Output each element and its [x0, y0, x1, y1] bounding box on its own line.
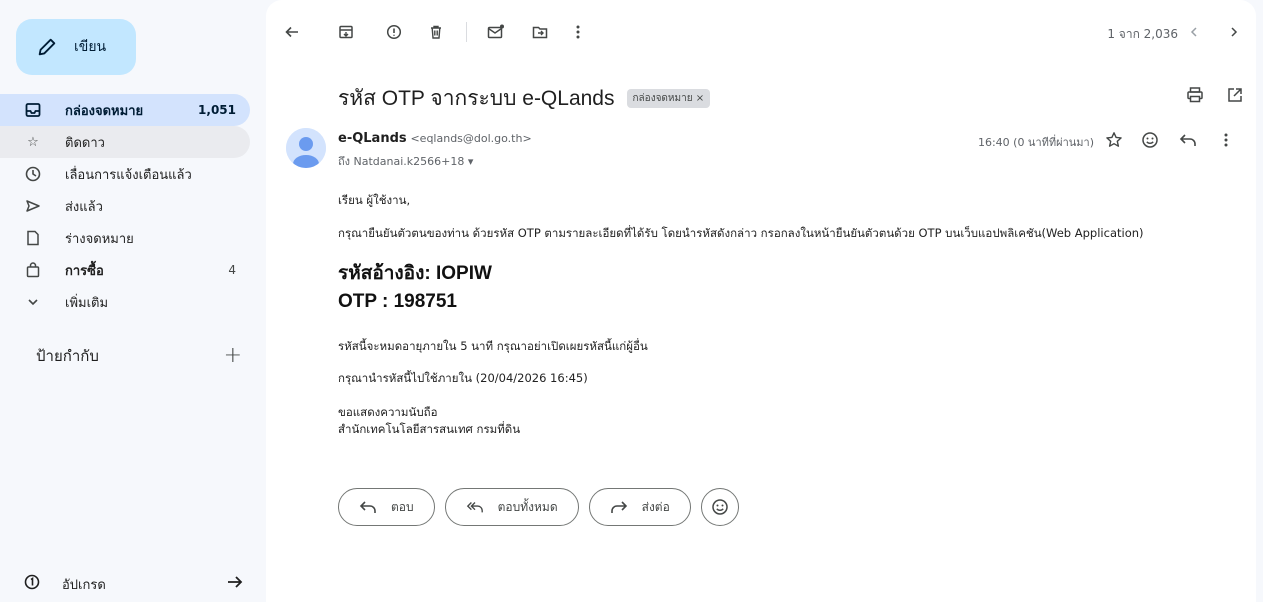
open-in-new-window-icon[interactable] — [1226, 86, 1244, 104]
labels-section-header: ป้ายกำกับ + — [36, 344, 242, 368]
nav-list: กล่องจดหมาย 1,051 ☆ ติดดาว เลื่อนการแจ้ง… — [0, 94, 250, 318]
emoji-icon — [712, 499, 728, 515]
clock-icon — [24, 165, 42, 183]
sidebar-item-purchases[interactable]: การซื้อ 4 — [0, 254, 250, 286]
sidebar-item-label: กล่องจดหมาย — [65, 103, 144, 119]
closing-text: ขอแสดงความนับถือ — [338, 405, 438, 419]
print-icon[interactable] — [1186, 86, 1204, 104]
sender-address: <eqlands@dol.go.th> — [410, 132, 532, 145]
draft-icon — [24, 229, 42, 247]
sidebar-item-starred[interactable]: ☆ ติดดาว — [0, 126, 250, 158]
pencil-icon — [38, 38, 56, 56]
send-icon — [24, 197, 42, 215]
report-spam-icon[interactable] — [384, 22, 404, 42]
sidebar-item-label: ร่างจดหมาย — [65, 231, 134, 247]
shopping-bag-icon — [24, 261, 42, 279]
emoji-react-icon[interactable] — [1140, 130, 1160, 150]
toolbar-divider — [466, 22, 467, 42]
compose-button[interactable]: เขียน — [16, 19, 136, 75]
recipient-details[interactable]: ถึง Natdanai.k2566+18 ▾ — [338, 152, 473, 170]
move-to-icon[interactable] — [530, 22, 550, 42]
reply-all-button[interactable]: ตอบทั้งหมด — [444, 488, 579, 526]
sidebar-item-label: เลื่อนการแจ้งเตือนแล้ว — [65, 167, 192, 183]
unread-count: 1,051 — [198, 103, 236, 117]
reply-icon[interactable] — [1178, 130, 1198, 150]
signature-text: สำนักเทคโนโลยีสารสนเทศ กรมที่ดิน — [338, 422, 521, 436]
pager-text: 1 จาก 2,036 — [1107, 27, 1178, 41]
reply-actions: ตอบ ตอบทั้งหมด ส่งต่อ — [338, 488, 739, 526]
add-label-icon[interactable]: + — [224, 345, 242, 367]
sidebar-item-more[interactable]: เพิ่มเติม — [0, 286, 250, 318]
archive-icon[interactable] — [336, 22, 356, 42]
intro-text: กรุณายืนยันตัวตนของท่าน ด้วยรหัส OTP ตาม… — [338, 226, 1144, 240]
sidebar-item-label: การซื้อ — [65, 263, 104, 279]
reference-code: รหัสอ้างอิง: IOPIW — [338, 263, 492, 284]
greeting-text: เรียน ผู้ใช้งาน, — [338, 193, 411, 207]
use-before-text: กรุณานำรหัสนี้ไปใช้ภายใน (20/04/2026 16:… — [338, 371, 588, 385]
forward-label: ส่งต่อ — [641, 499, 670, 514]
trash-icon[interactable] — [426, 22, 446, 42]
inbox-icon — [24, 101, 42, 119]
sidebar: เขียน กล่องจดหมาย 1,051 ☆ ติดดาว เลื่อนก… — [0, 0, 262, 602]
reply-button[interactable]: ตอบ — [338, 488, 435, 526]
sidebar-item-sent[interactable]: ส่งแล้ว — [0, 190, 250, 222]
upgrade-item[interactable]: อัปเกรด — [24, 569, 244, 599]
compose-label: เขียน — [74, 39, 107, 55]
message-toolbar: 1 จาก 2,036 — [266, 0, 1256, 64]
chevron-right-icon[interactable] — [1224, 22, 1244, 42]
sidebar-item-label: ส่งแล้ว — [65, 199, 103, 215]
message-pane: 1 จาก 2,036 รหัส OTP จากระบบ e-QLands กล… — [266, 0, 1256, 602]
more-vert-icon[interactable] — [568, 22, 588, 42]
arrow-right-icon — [226, 573, 244, 595]
mark-unread-icon[interactable] — [486, 22, 506, 42]
labels-heading: ป้ายกำกับ — [36, 347, 99, 365]
forward-icon — [610, 501, 627, 513]
avatar[interactable] — [286, 128, 326, 168]
sidebar-item-label: เพิ่มเติม — [65, 295, 109, 311]
sender-name: e-QLands — [338, 131, 407, 146]
reply-label: ตอบ — [391, 499, 414, 514]
sender-line: e-QLands <eqlands@dol.go.th> — [338, 131, 532, 146]
chevron-left-icon[interactable] — [1184, 22, 1204, 42]
back-arrow-icon[interactable] — [282, 22, 302, 42]
sidebar-item-label: ติดดาว — [65, 135, 105, 151]
forward-button[interactable]: ส่งต่อ — [588, 488, 691, 526]
chevron-down-icon — [24, 293, 42, 311]
star-icon[interactable] — [1104, 130, 1124, 150]
sidebar-item-inbox[interactable]: กล่องจดหมาย 1,051 — [0, 94, 250, 126]
emoji-reaction-button[interactable] — [700, 488, 739, 526]
more-vert-icon[interactable] — [1216, 130, 1236, 150]
expiry-text: รหัสนี้จะหมดอายุภายใน 5 นาที กรุณาอย่าเป… — [338, 339, 648, 353]
purchase-count: 4 — [228, 263, 236, 277]
email-subject: รหัส OTP จากระบบ e-QLands กล่องจดหมาย × — [338, 82, 711, 115]
upgrade-icon — [24, 574, 42, 594]
received-time: 16:40 (0 นาทีที่ผ่านมา) — [977, 136, 1094, 149]
star-icon: ☆ — [27, 134, 39, 150]
reply-all-label: ตอบทั้งหมด — [497, 499, 558, 514]
upgrade-label: อัปเกรด — [62, 577, 106, 593]
reply-all-icon — [466, 502, 483, 513]
sidebar-item-drafts[interactable]: ร่างจดหมาย — [0, 222, 250, 254]
otp-code: OTP : 198751 — [338, 291, 458, 312]
sidebar-item-snoozed[interactable]: เลื่อนการแจ้งเตือนแล้ว — [0, 158, 250, 190]
subject-text: รหัส OTP จากระบบ e-QLands — [338, 87, 615, 110]
inbox-label-chip[interactable]: กล่องจดหมาย × — [626, 89, 711, 108]
reply-icon — [359, 501, 376, 513]
